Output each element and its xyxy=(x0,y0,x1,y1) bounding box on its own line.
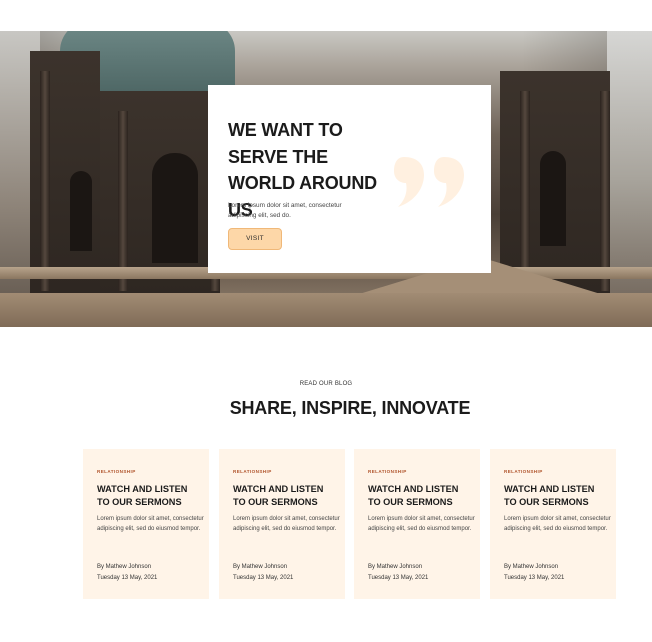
card-date: Tuesday 13 May, 2021 xyxy=(368,575,429,581)
hero-column xyxy=(118,111,128,291)
hero-window-arch xyxy=(152,153,198,263)
hero-base xyxy=(0,293,652,327)
card-author: By Mathew Johnson xyxy=(97,564,152,570)
card-title[interactable]: WATCH AND LISTEN TO OUR SERMONS xyxy=(233,483,333,509)
hero-card: WE WANT TO SERVE THE WORLD AROUND US Lor… xyxy=(208,85,491,273)
card-date: Tuesday 13 May, 2021 xyxy=(233,575,294,581)
card-author: By Mathew Johnson xyxy=(504,564,559,570)
card-excerpt: Lorem ipsum dolor sit amet, consectetur … xyxy=(233,516,340,532)
hero-column xyxy=(40,71,50,291)
visit-button[interactable]: VISIT xyxy=(228,228,282,250)
card-date: Tuesday 13 May, 2021 xyxy=(97,575,158,581)
blog-card[interactable]: RELATIONSHIP WATCH AND LISTEN TO OUR SER… xyxy=(490,449,616,599)
blog-eyebrow: READ OUR BLOG xyxy=(299,381,353,387)
hero-window-arch xyxy=(540,151,566,246)
card-excerpt: Lorem ipsum dolor sit amet, consectetur … xyxy=(368,516,475,532)
card-author: By Mathew Johnson xyxy=(233,564,288,570)
card-category: RELATIONSHIP xyxy=(504,469,543,474)
card-title[interactable]: WATCH AND LISTEN TO OUR SERMONS xyxy=(97,483,197,509)
blog-card[interactable]: RELATIONSHIP WATCH AND LISTEN TO OUR SER… xyxy=(354,449,480,599)
card-title[interactable]: WATCH AND LISTEN TO OUR SERMONS xyxy=(368,483,468,509)
blog-card[interactable]: RELATIONSHIP WATCH AND LISTEN TO OUR SER… xyxy=(83,449,209,599)
card-excerpt: Lorem ipsum dolor sit amet, consectetur … xyxy=(97,516,204,532)
card-category: RELATIONSHIP xyxy=(368,469,407,474)
hero-window-arch xyxy=(70,171,92,251)
hero-description: Lorem ipsum dolor sit amet, consectetur … xyxy=(228,202,342,219)
card-category: RELATIONSHIP xyxy=(97,469,136,474)
blog-title: SHARE, INSPIRE, INNOVATE xyxy=(229,398,471,418)
quote-icon xyxy=(394,157,464,207)
card-category: RELATIONSHIP xyxy=(233,469,272,474)
card-author: By Mathew Johnson xyxy=(368,564,423,570)
hero-banner: WE WANT TO SERVE THE WORLD AROUND US Lor… xyxy=(0,31,652,327)
card-date: Tuesday 13 May, 2021 xyxy=(504,575,565,581)
card-title[interactable]: WATCH AND LISTEN TO OUR SERMONS xyxy=(504,483,604,509)
card-excerpt: Lorem ipsum dolor sit amet, consectetur … xyxy=(504,516,611,532)
blog-card[interactable]: RELATIONSHIP WATCH AND LISTEN TO OUR SER… xyxy=(219,449,345,599)
